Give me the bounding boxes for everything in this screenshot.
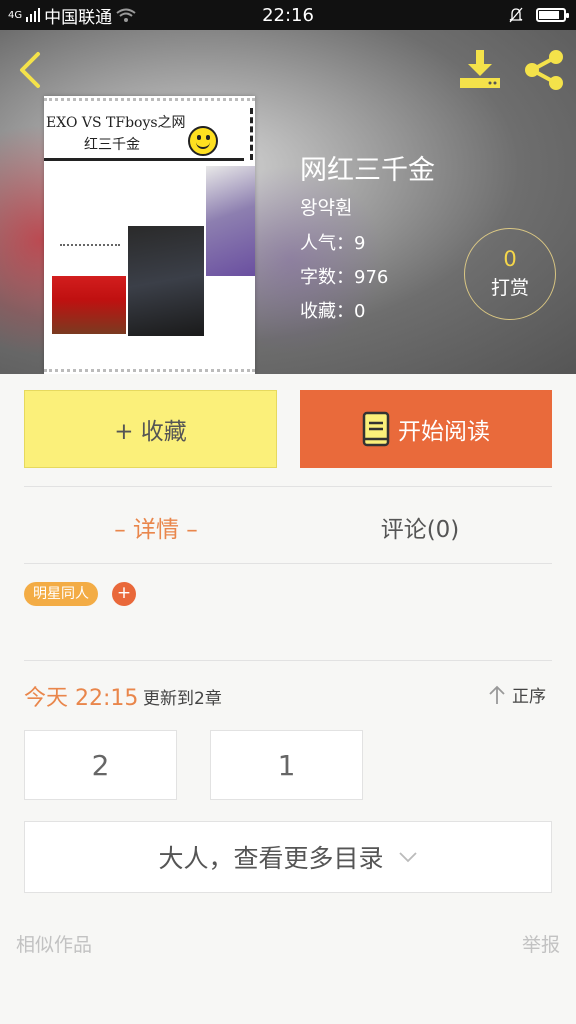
update-time: 今天 22:15 bbox=[24, 686, 139, 711]
book-header: EXO VS TFboys之网 红三千金 网红三千金 왕약훤 人气：9 字数：9… bbox=[0, 30, 576, 374]
genre-tag[interactable]: 明星同人 bbox=[24, 582, 98, 606]
tab-comments[interactable]: 评论(0) bbox=[288, 510, 552, 544]
chapter-item[interactable]: 2 bbox=[24, 730, 177, 800]
cover-border bbox=[44, 363, 255, 372]
reward-button[interactable]: 0 打赏 bbox=[464, 228, 556, 320]
add-favorite-label: + 收藏 bbox=[114, 419, 187, 445]
cover-banner: EXO VS TFboys之网 红三千金 bbox=[44, 108, 244, 161]
silent-icon bbox=[509, 7, 523, 23]
similar-works-link[interactable]: 相似作品 bbox=[16, 930, 92, 957]
popularity-stat: 人气：9 bbox=[300, 233, 366, 254]
cover-title-line2: 红三千金 bbox=[84, 137, 140, 153]
reward-label: 打赏 bbox=[490, 277, 529, 299]
cover-decoration bbox=[60, 244, 120, 250]
start-reading-label: 开始阅读 bbox=[398, 419, 490, 445]
book-icon bbox=[362, 411, 390, 447]
chevron-left-icon bbox=[20, 52, 40, 88]
add-tag-button[interactable]: + bbox=[112, 582, 136, 606]
arrow-up-icon bbox=[489, 685, 505, 704]
favorites-stat: 收藏：0 bbox=[300, 301, 366, 322]
book-cover[interactable]: EXO VS TFboys之网 红三千金 bbox=[44, 96, 255, 374]
book-author[interactable]: 왕약훤 bbox=[300, 193, 352, 220]
add-favorite-button[interactable]: + 收藏 bbox=[24, 390, 277, 468]
cover-title-line1: EXO VS TFboys之网 bbox=[46, 115, 186, 131]
share-button[interactable] bbox=[520, 48, 568, 92]
download-icon bbox=[460, 50, 500, 88]
word-count-stat: 字数：976 bbox=[300, 267, 389, 288]
report-link[interactable]: 举报 bbox=[522, 930, 560, 957]
cover-border bbox=[44, 98, 255, 107]
divider bbox=[24, 660, 552, 661]
update-text: 更新到2章 bbox=[143, 689, 222, 709]
cover-photo bbox=[52, 276, 126, 334]
chapter-item[interactable]: 1 bbox=[210, 730, 363, 800]
tab-details[interactable]: – 详情 – bbox=[24, 510, 288, 544]
sort-order-button[interactable]: 正序 bbox=[488, 682, 546, 707]
chevron-down-icon bbox=[398, 852, 417, 863]
smiley-icon bbox=[188, 126, 218, 156]
book-title: 网红三千金 bbox=[300, 155, 435, 186]
cover-photo bbox=[128, 226, 204, 336]
download-button[interactable] bbox=[456, 46, 504, 92]
status-time: 22:16 bbox=[262, 4, 314, 26]
battery-fill bbox=[539, 11, 559, 19]
cover-decoration bbox=[234, 108, 253, 160]
reward-count: 0 bbox=[503, 247, 517, 271]
divider bbox=[24, 486, 552, 487]
sort-order-label: 正序 bbox=[512, 687, 546, 707]
battery-icon bbox=[536, 8, 569, 22]
divider bbox=[24, 563, 552, 564]
status-bar: 4G 中国联通 22:16 bbox=[0, 0, 576, 30]
more-toc-label: 大人，查看更多目录 bbox=[158, 844, 384, 873]
status-right bbox=[508, 7, 569, 23]
start-reading-button[interactable]: 开始阅读 bbox=[300, 390, 552, 468]
share-icon bbox=[525, 50, 563, 90]
back-button[interactable] bbox=[12, 48, 52, 92]
cover-photo bbox=[206, 166, 255, 276]
more-toc-button[interactable]: 大人，查看更多目录 bbox=[24, 821, 552, 893]
